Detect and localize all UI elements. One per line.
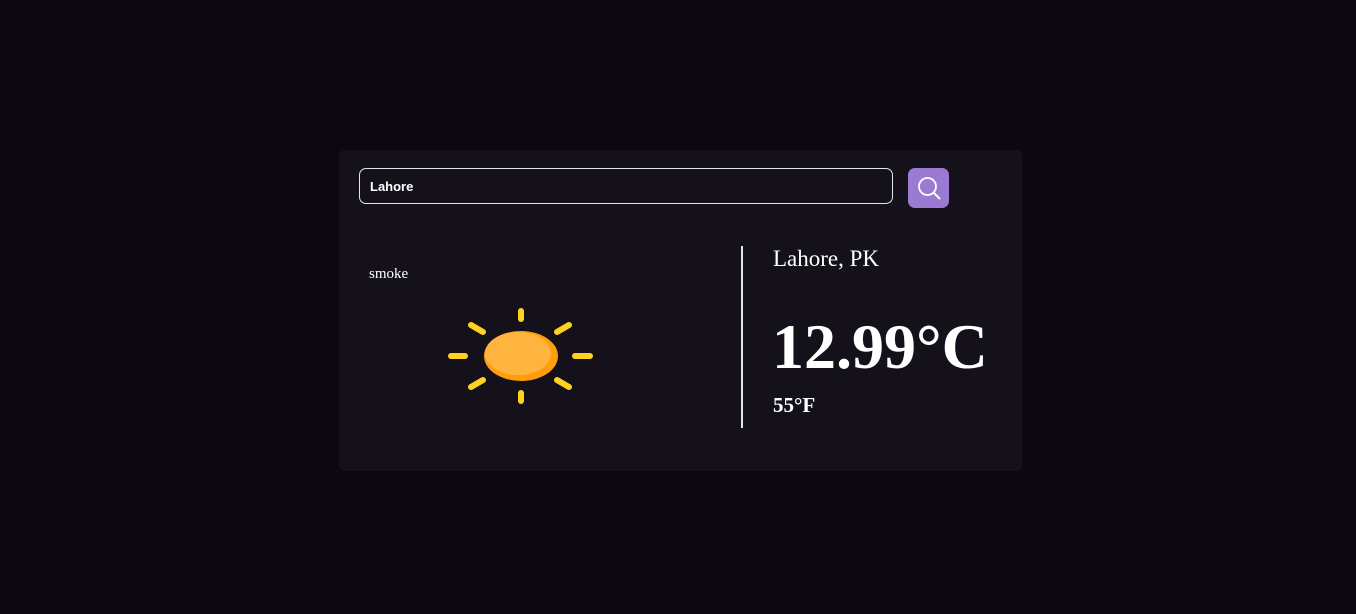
temperature-fahrenheit: 55°F xyxy=(773,393,816,417)
weather-card: smoke Lahore, PK 12.99°C 55°F xyxy=(339,150,1022,471)
sun-icon xyxy=(448,308,593,404)
weather-condition: smoke xyxy=(369,266,409,282)
city-search-input[interactable] xyxy=(359,168,893,204)
search-button[interactable] xyxy=(908,168,949,208)
location-name: Lahore, PK xyxy=(773,246,880,271)
temperature-celsius: 12.99°C xyxy=(772,311,988,382)
divider xyxy=(741,246,743,428)
search-icon xyxy=(917,177,940,200)
